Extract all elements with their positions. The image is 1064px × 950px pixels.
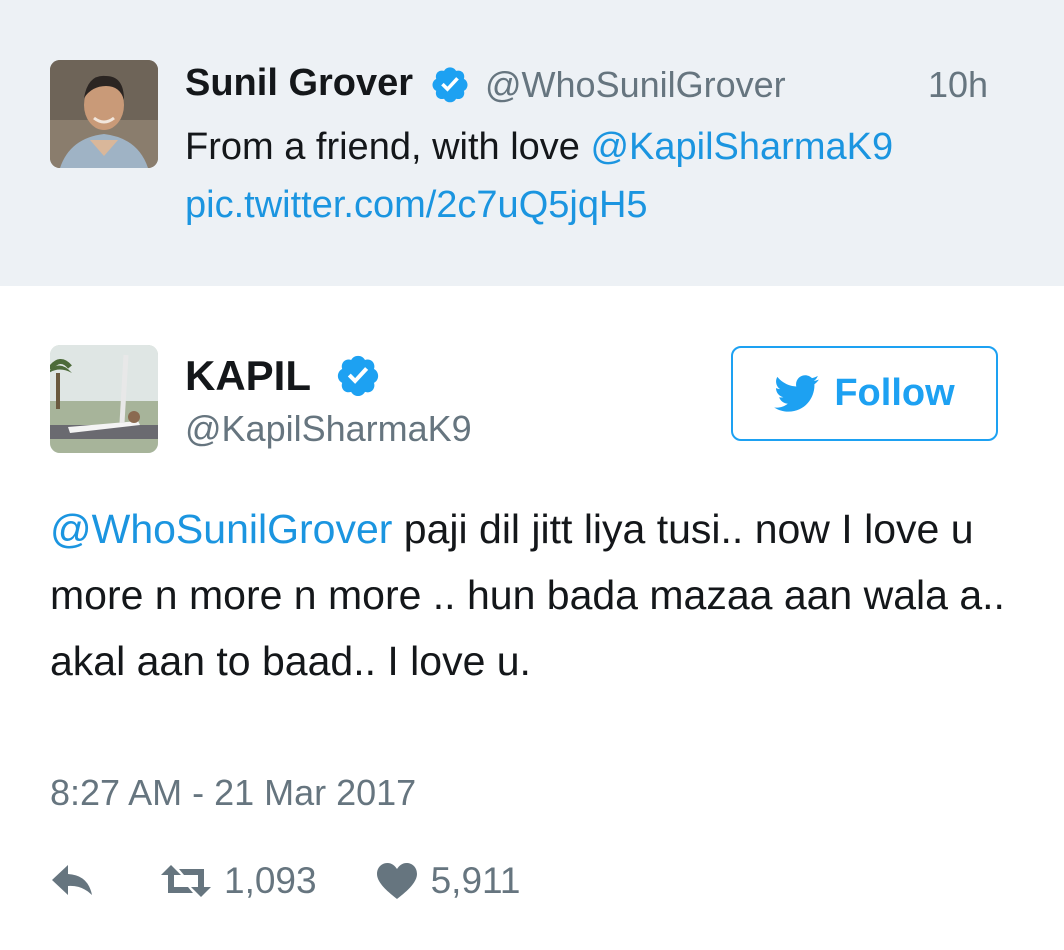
verified-badge-icon bbox=[337, 355, 379, 397]
tweet-page: Sunil Grover @WhoSunilGrover 10h From a … bbox=[0, 0, 1064, 950]
retweet-count: 1,093 bbox=[224, 860, 317, 901]
follow-label: Follow bbox=[834, 372, 955, 414]
reply-button[interactable] bbox=[50, 863, 100, 899]
like-button[interactable]: 5,911 bbox=[375, 860, 521, 902]
sunil-grover-avatar[interactable] bbox=[50, 60, 158, 168]
quoted-text-plain: From a friend, with love bbox=[185, 126, 591, 168]
mention-link[interactable]: @WhoSunilGrover bbox=[50, 506, 392, 552]
quoted-media-link[interactable]: pic.twitter.com/2c7uQ5jqH5 bbox=[185, 184, 648, 226]
quoted-handle[interactable]: @WhoSunilGrover bbox=[485, 64, 786, 106]
quoted-display-name[interactable]: Sunil Grover bbox=[185, 62, 413, 105]
quoted-time-ago[interactable]: 10h bbox=[928, 64, 988, 106]
tweet-actions: 1,093 5,911 bbox=[50, 856, 520, 906]
follow-button[interactable]: Follow bbox=[731, 346, 998, 441]
verified-badge-icon bbox=[432, 67, 468, 103]
handle[interactable]: @KapilSharmaK9 bbox=[185, 408, 472, 450]
quoted-tweet[interactable]: Sunil Grover @WhoSunilGrover 10h From a … bbox=[0, 0, 1064, 286]
quoted-tweet-text: From a friend, with love @KapilSharmaK9 p… bbox=[185, 118, 893, 234]
display-name[interactable]: KAPIL bbox=[185, 352, 311, 400]
like-count: 5,911 bbox=[430, 860, 521, 901]
quoted-mention-link[interactable]: @KapilSharmaK9 bbox=[590, 126, 893, 168]
tweet-timestamp[interactable]: 8:27 AM - 21 Mar 2017 bbox=[50, 772, 416, 814]
kapil-avatar[interactable] bbox=[50, 345, 158, 453]
retweet-icon bbox=[161, 865, 211, 897]
twitter-bird-icon bbox=[774, 374, 820, 412]
retweet-button[interactable]: 1,093 bbox=[160, 860, 317, 902]
heart-icon bbox=[376, 863, 417, 899]
reply-icon bbox=[52, 865, 92, 895]
tweet-text: @WhoSunilGrover paji dil jitt liya tusi.… bbox=[50, 496, 1010, 694]
